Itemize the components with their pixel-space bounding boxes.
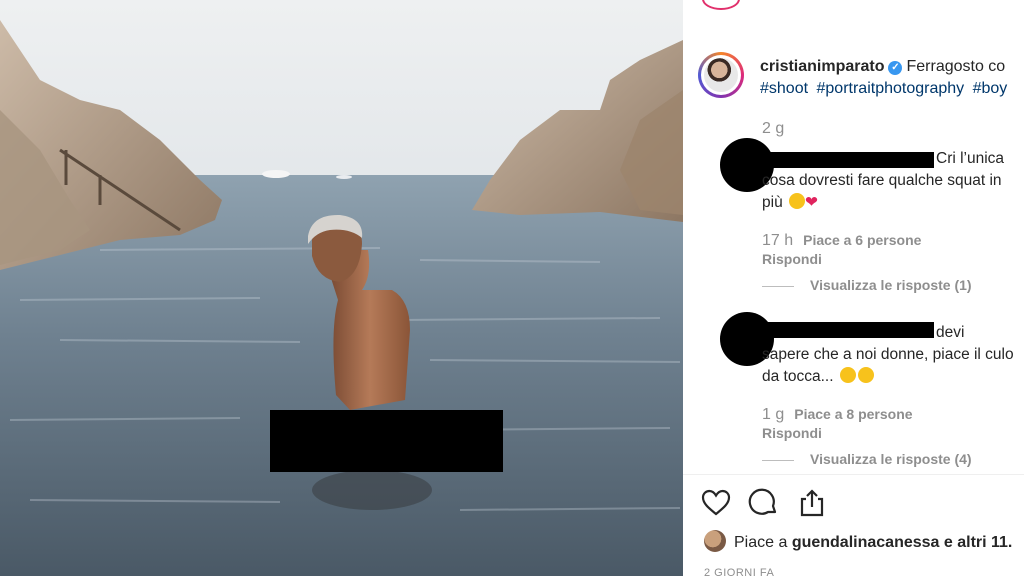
liker-username-link[interactable]: guendalinacanessa xyxy=(792,534,940,551)
comment-item: devi sapere che a noi donne, piace il cu… xyxy=(720,312,1024,472)
liker-avatar xyxy=(704,530,726,552)
comment-time: 17 h xyxy=(762,232,794,249)
comment-text-start: devi xyxy=(936,324,965,341)
caption-timestamp: 2 g xyxy=(762,120,785,137)
comment-meta: 1 g Piace a 8 persone xyxy=(762,406,913,424)
post-photo[interactable] xyxy=(0,0,683,576)
post-timestamp: 2 GIORNI FA xyxy=(704,567,775,579)
tongue-wink-emoji-icon xyxy=(839,367,856,383)
caption-first-line: cristianimparato ✓ Ferragosto co xyxy=(760,58,1005,76)
username-link[interactable]: cristianimparato xyxy=(760,58,884,75)
hashtag-link[interactable]: #portraitphotography xyxy=(817,80,965,97)
red-heart-emoji-icon: ❤ xyxy=(805,194,818,211)
view-replies-button[interactable]: Visualizza le risposte (1) xyxy=(762,277,972,293)
likes-summary: Piace a guendalinacanessa e altri 11. xyxy=(704,530,1012,552)
heart-icon[interactable] xyxy=(700,487,732,519)
share-icon[interactable] xyxy=(796,487,828,519)
verified-badge-icon: ✓ xyxy=(888,61,903,75)
reply-button[interactable]: Rispondi xyxy=(762,425,822,441)
hashtag-link[interactable]: #boy xyxy=(973,80,1008,97)
view-replies-button[interactable]: Visualizza le risposte (4) xyxy=(762,451,972,467)
comment-text: sapere che a noi donne, piace il culo da… xyxy=(762,346,1014,385)
comment-likes[interactable]: Piace a 8 persone xyxy=(794,406,912,422)
avatar[interactable] xyxy=(698,52,744,98)
comment-text: cosa dovresti fare qualche squat in più … xyxy=(762,172,1002,211)
laughing-tears-emoji-icon xyxy=(789,193,805,209)
redacted-username xyxy=(758,322,934,338)
comment-item: Cri l’unica cosa dovresti fare qualche s… xyxy=(720,138,1024,298)
reply-button[interactable]: Rispondi xyxy=(762,251,822,267)
comment-likes[interactable]: Piace a 6 persone xyxy=(803,232,921,248)
comment-text-start: Cri l’unica xyxy=(936,150,1005,167)
caption-text: Ferragosto co xyxy=(906,58,1006,75)
comment-meta: 17 h Piace a 6 persone xyxy=(762,232,921,250)
seascape-image xyxy=(0,0,683,576)
divider xyxy=(683,474,1024,475)
redacted-username xyxy=(758,152,934,168)
comment-icon[interactable] xyxy=(748,487,780,519)
post-header: cristianimparato ✓ Ferragosto co #shoot #p… xyxy=(698,50,1024,110)
tongue-wink-emoji-icon xyxy=(857,367,874,383)
others-link[interactable]: e altri 11. xyxy=(939,534,1013,551)
hashtags: #shoot #portraitphotography #boy xyxy=(760,80,1011,98)
comment-time: 1 g xyxy=(762,406,785,423)
hashtag-link[interactable]: #shoot xyxy=(760,80,808,97)
